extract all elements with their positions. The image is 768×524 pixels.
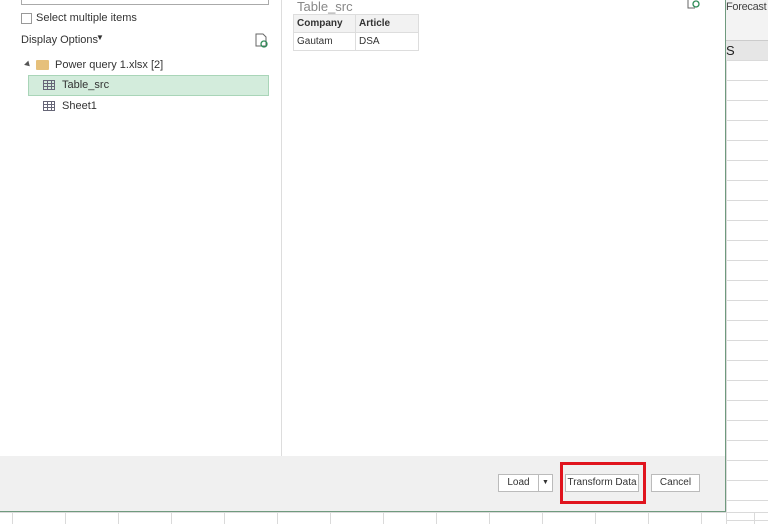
folder-icon — [36, 60, 49, 70]
column-header: Article — [355, 14, 419, 33]
load-dropdown-button[interactable]: ▼ — [538, 474, 553, 492]
select-multiple-checkbox[interactable] — [21, 13, 32, 24]
column-header-partial[interactable]: S — [726, 40, 768, 60]
excel-grid-bottom — [0, 512, 768, 524]
excel-grid-right — [726, 60, 768, 524]
preview-title: Table_src — [297, 0, 353, 14]
tree-item-label[interactable]: Table_src — [62, 79, 109, 91]
load-button[interactable]: Load — [498, 474, 539, 492]
table-cell: DSA — [355, 32, 419, 51]
table-cell: Gautam — [293, 32, 356, 51]
navigator-dialog: Select multiple items Display Options ▼ … — [0, 0, 726, 512]
refresh-preview-icon[interactable] — [687, 0, 700, 10]
column-header: Company — [293, 14, 356, 33]
select-multiple-label[interactable]: Select multiple items — [36, 12, 137, 24]
navigator-pane: Select multiple items Display Options ▼ … — [0, 0, 282, 456]
cancel-button[interactable]: Cancel — [651, 474, 700, 492]
search-input[interactable] — [21, 0, 269, 5]
tree-item-sheet1[interactable]: Sheet1 — [62, 100, 97, 112]
highlight-box — [560, 462, 646, 504]
collapse-triangle-icon[interactable] — [24, 60, 32, 69]
sheet-icon — [43, 101, 55, 111]
excel-ribbon-partial: Forecast S — [726, 0, 768, 60]
refresh-file-icon[interactable] — [255, 33, 268, 48]
forecast-tab-partial[interactable]: Forecast — [726, 1, 767, 13]
display-options-button[interactable]: Display Options — [21, 34, 98, 46]
preview-pane: Table_src — [283, 0, 725, 456]
tree-file-label[interactable]: Power query 1.xlsx [2] — [55, 59, 163, 71]
preview-table: Company Article Gautam DSA — [293, 14, 419, 51]
table-row: Gautam DSA — [293, 32, 419, 51]
table-icon — [43, 80, 55, 90]
chevron-down-icon[interactable]: ▼ — [96, 33, 104, 42]
